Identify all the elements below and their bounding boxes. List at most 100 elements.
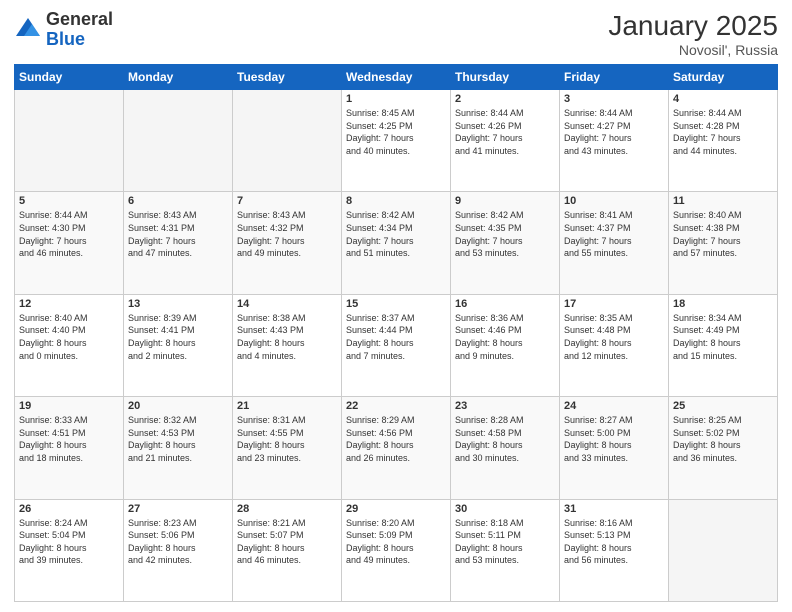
title-block: January 2025 Novosil', Russia bbox=[608, 10, 778, 58]
logo-icon bbox=[14, 16, 42, 44]
day-info: Sunrise: 8:32 AM Sunset: 4:53 PM Dayligh… bbox=[128, 414, 228, 464]
day-info: Sunrise: 8:36 AM Sunset: 4:46 PM Dayligh… bbox=[455, 312, 555, 362]
calendar-cell: 8 Sunrise: 8:42 AM Sunset: 4:34 PM Daylig… bbox=[342, 192, 451, 294]
day-number: 30 bbox=[455, 503, 555, 515]
day-number: 4 bbox=[673, 93, 773, 105]
calendar-cell: 5 Sunrise: 8:44 AM Sunset: 4:30 PM Daylig… bbox=[15, 192, 124, 294]
week-row-3: 19 Sunrise: 8:33 AM Sunset: 4:51 PM Dayli… bbox=[15, 397, 778, 499]
calendar-cell: 17Sunrise: 8:35 AM Sunset: 4:48 PM Dayli… bbox=[560, 294, 669, 396]
day-info: Sunrise: 8:29 AM Sunset: 4:56 PM Dayligh… bbox=[346, 414, 446, 464]
day-number: 12 bbox=[19, 298, 119, 310]
calendar-cell: 26Sunrise: 8:24 AM Sunset: 5:04 PM Dayli… bbox=[15, 499, 124, 601]
calendar-cell: 21Sunrise: 8:31 AM Sunset: 4:55 PM Dayli… bbox=[233, 397, 342, 499]
calendar-cell: 7 Sunrise: 8:43 AM Sunset: 4:32 PM Daylig… bbox=[233, 192, 342, 294]
calendar-cell: 2 Sunrise: 8:44 AM Sunset: 4:26 PM Daylig… bbox=[451, 90, 560, 192]
day-number: 31 bbox=[564, 503, 664, 515]
col-monday: Monday bbox=[124, 65, 233, 90]
day-info: Sunrise: 8:34 AM Sunset: 4:49 PM Dayligh… bbox=[673, 312, 773, 362]
calendar-cell: 13Sunrise: 8:39 AM Sunset: 4:41 PM Dayli… bbox=[124, 294, 233, 396]
calendar-cell: 25 Sunrise: 8:25 AM Sunset: 5:02 PM Dayli… bbox=[669, 397, 778, 499]
calendar-cell: 18 Sunrise: 8:34 AM Sunset: 4:49 PM Dayli… bbox=[669, 294, 778, 396]
day-number: 22 bbox=[346, 400, 446, 412]
day-info: Sunrise: 8:43 AM Sunset: 4:31 PM Dayligh… bbox=[128, 209, 228, 259]
day-number: 8 bbox=[346, 195, 446, 207]
calendar-cell: 27Sunrise: 8:23 AM Sunset: 5:06 PM Dayli… bbox=[124, 499, 233, 601]
day-info: Sunrise: 8:38 AM Sunset: 4:43 PM Dayligh… bbox=[237, 312, 337, 362]
day-info: Sunrise: 8:20 AM Sunset: 5:09 PM Dayligh… bbox=[346, 517, 446, 567]
day-info: Sunrise: 8:33 AM Sunset: 4:51 PM Dayligh… bbox=[19, 414, 119, 464]
day-number: 23 bbox=[455, 400, 555, 412]
col-friday: Friday bbox=[560, 65, 669, 90]
day-number: 24 bbox=[564, 400, 664, 412]
day-info: Sunrise: 8:18 AM Sunset: 5:11 PM Dayligh… bbox=[455, 517, 555, 567]
day-info: Sunrise: 8:25 AM Sunset: 5:02 PM Dayligh… bbox=[673, 414, 773, 464]
day-info: Sunrise: 8:28 AM Sunset: 4:58 PM Dayligh… bbox=[455, 414, 555, 464]
day-number: 5 bbox=[19, 195, 119, 207]
calendar-cell: 9 Sunrise: 8:42 AM Sunset: 4:35 PM Daylig… bbox=[451, 192, 560, 294]
week-row-1: 5 Sunrise: 8:44 AM Sunset: 4:30 PM Daylig… bbox=[15, 192, 778, 294]
day-info: Sunrise: 8:44 AM Sunset: 4:27 PM Dayligh… bbox=[564, 107, 664, 157]
logo-text: General Blue bbox=[46, 10, 113, 50]
calendar-cell: 28Sunrise: 8:21 AM Sunset: 5:07 PM Dayli… bbox=[233, 499, 342, 601]
day-info: Sunrise: 8:23 AM Sunset: 5:06 PM Dayligh… bbox=[128, 517, 228, 567]
day-number: 16 bbox=[455, 298, 555, 310]
calendar-cell bbox=[233, 90, 342, 192]
day-number: 29 bbox=[346, 503, 446, 515]
calendar-cell: 23 Sunrise: 8:28 AM Sunset: 4:58 PM Dayli… bbox=[451, 397, 560, 499]
day-number: 7 bbox=[237, 195, 337, 207]
day-info: Sunrise: 8:40 AM Sunset: 4:40 PM Dayligh… bbox=[19, 312, 119, 362]
col-thursday: Thursday bbox=[451, 65, 560, 90]
calendar-cell: 11Sunrise: 8:40 AM Sunset: 4:38 PM Dayli… bbox=[669, 192, 778, 294]
logo-blue: Blue bbox=[46, 29, 85, 49]
calendar-cell: 24 Sunrise: 8:27 AM Sunset: 5:00 PM Dayli… bbox=[560, 397, 669, 499]
day-number: 18 bbox=[673, 298, 773, 310]
calendar-cell: 10 Sunrise: 8:41 AM Sunset: 4:37 PM Dayli… bbox=[560, 192, 669, 294]
day-info: Sunrise: 8:44 AM Sunset: 4:26 PM Dayligh… bbox=[455, 107, 555, 157]
month-title: January 2025 bbox=[608, 10, 778, 42]
week-row-2: 12 Sunrise: 8:40 AM Sunset: 4:40 PM Dayli… bbox=[15, 294, 778, 396]
calendar-cell: 14 Sunrise: 8:38 AM Sunset: 4:43 PM Dayli… bbox=[233, 294, 342, 396]
day-number: 13 bbox=[128, 298, 228, 310]
header: General Blue January 2025 Novosil', Russ… bbox=[14, 10, 778, 58]
day-info: Sunrise: 8:43 AM Sunset: 4:32 PM Dayligh… bbox=[237, 209, 337, 259]
day-number: 25 bbox=[673, 400, 773, 412]
calendar-cell: 19 Sunrise: 8:33 AM Sunset: 4:51 PM Dayli… bbox=[15, 397, 124, 499]
day-number: 15 bbox=[346, 298, 446, 310]
col-sunday: Sunday bbox=[15, 65, 124, 90]
calendar-cell: 30 Sunrise: 8:18 AM Sunset: 5:11 PM Dayli… bbox=[451, 499, 560, 601]
day-number: 11 bbox=[673, 195, 773, 207]
calendar-cell: 16 Sunrise: 8:36 AM Sunset: 4:46 PM Dayli… bbox=[451, 294, 560, 396]
day-info: Sunrise: 8:42 AM Sunset: 4:35 PM Dayligh… bbox=[455, 209, 555, 259]
day-number: 3 bbox=[564, 93, 664, 105]
calendar-cell bbox=[669, 499, 778, 601]
day-info: Sunrise: 8:44 AM Sunset: 4:30 PM Dayligh… bbox=[19, 209, 119, 259]
day-info: Sunrise: 8:44 AM Sunset: 4:28 PM Dayligh… bbox=[673, 107, 773, 157]
day-info: Sunrise: 8:41 AM Sunset: 4:37 PM Dayligh… bbox=[564, 209, 664, 259]
day-number: 14 bbox=[237, 298, 337, 310]
header-row: Sunday Monday Tuesday Wednesday Thursday… bbox=[15, 65, 778, 90]
day-info: Sunrise: 8:27 AM Sunset: 5:00 PM Dayligh… bbox=[564, 414, 664, 464]
day-info: Sunrise: 8:16 AM Sunset: 5:13 PM Dayligh… bbox=[564, 517, 664, 567]
week-row-4: 26Sunrise: 8:24 AM Sunset: 5:04 PM Dayli… bbox=[15, 499, 778, 601]
day-info: Sunrise: 8:31 AM Sunset: 4:55 PM Dayligh… bbox=[237, 414, 337, 464]
calendar-cell: 20Sunrise: 8:32 AM Sunset: 4:53 PM Dayli… bbox=[124, 397, 233, 499]
calendar-cell: 15Sunrise: 8:37 AM Sunset: 4:44 PM Dayli… bbox=[342, 294, 451, 396]
day-info: Sunrise: 8:24 AM Sunset: 5:04 PM Dayligh… bbox=[19, 517, 119, 567]
page: General Blue January 2025 Novosil', Russ… bbox=[0, 0, 792, 612]
day-info: Sunrise: 8:45 AM Sunset: 4:25 PM Dayligh… bbox=[346, 107, 446, 157]
day-number: 1 bbox=[346, 93, 446, 105]
day-number: 10 bbox=[564, 195, 664, 207]
col-saturday: Saturday bbox=[669, 65, 778, 90]
col-wednesday: Wednesday bbox=[342, 65, 451, 90]
calendar: Sunday Monday Tuesday Wednesday Thursday… bbox=[14, 64, 778, 602]
day-number: 2 bbox=[455, 93, 555, 105]
day-info: Sunrise: 8:42 AM Sunset: 4:34 PM Dayligh… bbox=[346, 209, 446, 259]
calendar-cell: 29 Sunrise: 8:20 AM Sunset: 5:09 PM Dayli… bbox=[342, 499, 451, 601]
day-number: 9 bbox=[455, 195, 555, 207]
day-number: 17 bbox=[564, 298, 664, 310]
day-info: Sunrise: 8:21 AM Sunset: 5:07 PM Dayligh… bbox=[237, 517, 337, 567]
logo: General Blue bbox=[14, 10, 113, 50]
day-number: 19 bbox=[19, 400, 119, 412]
calendar-cell bbox=[124, 90, 233, 192]
calendar-cell: 4 Sunrise: 8:44 AM Sunset: 4:28 PM Daylig… bbox=[669, 90, 778, 192]
